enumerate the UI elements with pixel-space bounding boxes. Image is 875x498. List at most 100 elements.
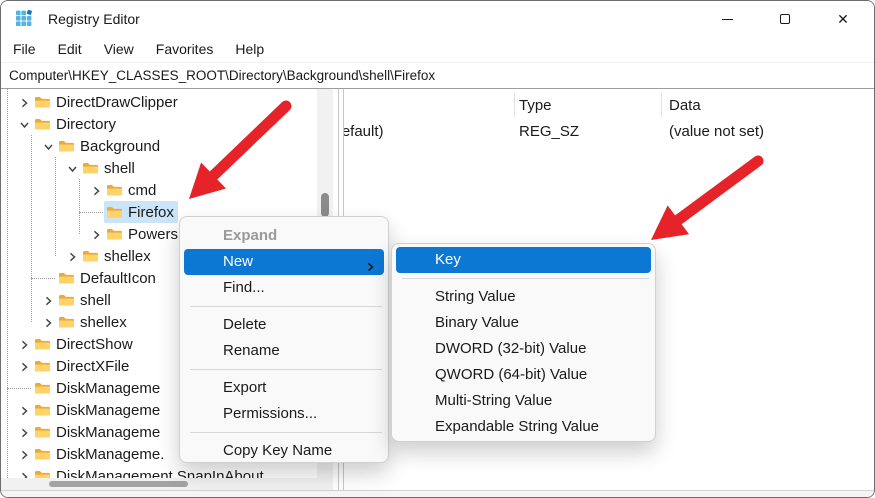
tree-item-content[interactable]: shellex: [56, 311, 131, 333]
tree-item-content[interactable]: DiskManageme.: [32, 443, 168, 465]
submenu-item-string-value[interactable]: String Value: [396, 284, 651, 310]
tree-item-label: DiskManageme: [56, 380, 160, 397]
menubar-item-view[interactable]: View: [93, 37, 145, 63]
context-menu-item-expand: Expand: [184, 223, 384, 249]
tree-item-label: Powers: [128, 226, 178, 243]
chevron-right-icon[interactable]: [19, 448, 30, 460]
folder-icon: [58, 293, 75, 307]
chevron-right-icon[interactable]: [43, 316, 54, 328]
tree-item-content[interactable]: DefaultIcon: [56, 267, 160, 289]
tree-item-cmd[interactable]: cmd: [1, 179, 338, 201]
folder-icon: [34, 95, 51, 109]
chevron-down-icon[interactable]: [19, 118, 30, 130]
chevron-right-icon[interactable]: [19, 426, 30, 438]
value-name-cell[interactable]: (Default): [344, 123, 384, 140]
tree-horizontal-scrollbar[interactable]: [1, 478, 333, 490]
folder-icon: [58, 139, 75, 153]
tree-item-directory[interactable]: Directory: [1, 113, 338, 135]
menubar-item-favorites[interactable]: Favorites: [145, 37, 225, 63]
close-icon: ✕: [837, 12, 849, 26]
folder-icon: [82, 249, 99, 263]
folder-icon: [34, 447, 51, 461]
column-header-data[interactable]: Data: [669, 97, 701, 114]
tree-item-label: DiskManageme: [56, 424, 160, 441]
tree-item-content[interactable]: DirectXFile: [32, 355, 133, 377]
menubar-item-edit[interactable]: Edit: [47, 37, 93, 63]
folder-icon: [34, 117, 51, 131]
tree-item-label: cmd: [128, 182, 156, 199]
tree-item-shell[interactable]: shell: [1, 157, 338, 179]
registry-editor-window: Registry Editor ✕ FileEditViewFavoritesH…: [0, 0, 875, 498]
maximize-icon: [780, 14, 790, 24]
submenu-item-dword-32-bit-value[interactable]: DWORD (32-bit) Value: [396, 336, 651, 362]
chevron-right-icon[interactable]: [91, 184, 102, 196]
folder-icon: [106, 205, 123, 219]
submenu-item-expandable-string-value[interactable]: Expandable String Value: [396, 414, 651, 440]
tree-item-label: shell: [104, 160, 135, 177]
context-menu-item-new[interactable]: New: [184, 249, 384, 275]
context-menu-item-rename[interactable]: Rename: [184, 338, 384, 364]
context-menu: ExpandNewFind... DeleteRename ExportPermis…: [179, 216, 389, 463]
tree-item-content[interactable]: Directory: [32, 113, 120, 135]
tree-item-content[interactable]: DirectShow: [32, 333, 137, 355]
context-menu-item-find[interactable]: Find...: [184, 275, 384, 301]
tree-vertical-scrollbar-thumb[interactable]: [321, 193, 329, 217]
folder-icon: [34, 337, 51, 351]
menu-separator: [180, 427, 388, 438]
chevron-right-icon[interactable]: [19, 360, 30, 372]
folder-icon: [34, 359, 51, 373]
value-data-cell: (value not set): [669, 123, 764, 140]
context-menu-item-permissions[interactable]: Permissions...: [184, 401, 384, 427]
submenu-item-qword-64-bit-value[interactable]: QWORD (64-bit) Value: [396, 362, 651, 388]
chevron-down-icon[interactable]: [67, 162, 78, 174]
tree-item-label: Background: [80, 138, 160, 155]
column-header-type[interactable]: Type: [519, 97, 552, 114]
tree-item-content[interactable]: DiskManageme: [32, 377, 164, 399]
chevron-down-icon[interactable]: [43, 140, 54, 152]
tree-item-content[interactable]: shell: [80, 157, 139, 179]
address-bar[interactable]: Computer\HKEY_CLASSES_ROOT\Directory\Bac…: [1, 64, 874, 89]
tree-item-content[interactable]: shell: [56, 289, 115, 311]
tree-item-content[interactable]: cmd: [104, 179, 160, 201]
maximize-button[interactable]: [756, 1, 814, 37]
title-bar[interactable]: Registry Editor ✕: [1, 1, 874, 37]
chevron-right-icon[interactable]: [91, 228, 102, 240]
value-type-cell: REG_SZ: [519, 123, 579, 140]
chevron-right-icon[interactable]: [67, 250, 78, 262]
tree-item-content[interactable]: Firefox: [104, 201, 178, 223]
tree-item-content[interactable]: DirectDrawClipper: [32, 91, 182, 113]
tree-item-label: shellex: [104, 248, 151, 265]
tree-item-content[interactable]: DiskManageme: [32, 421, 164, 443]
tree-item-content[interactable]: DiskManageme: [32, 399, 164, 421]
tree-item-content[interactable]: Background: [56, 135, 164, 157]
folder-icon: [34, 403, 51, 417]
column-separator[interactable]: [661, 93, 662, 117]
close-button[interactable]: ✕: [814, 1, 872, 37]
menubar-item-file[interactable]: File: [2, 37, 47, 63]
window-frame: Registry Editor ✕ FileEditViewFavoritesH…: [0, 0, 875, 498]
window-footer-strip: [1, 490, 874, 498]
submenu-item-multi-string-value[interactable]: Multi-String Value: [396, 388, 651, 414]
folder-icon: [58, 271, 75, 285]
tree-item-directdrawclipper[interactable]: DirectDrawClipper: [1, 91, 338, 113]
submenu-item-key[interactable]: Key: [396, 247, 651, 273]
chevron-right-icon[interactable]: [19, 96, 30, 108]
context-menu-item-delete[interactable]: Delete: [184, 312, 384, 338]
tree-item-content[interactable]: shellex: [80, 245, 155, 267]
chevron-right-icon[interactable]: [19, 404, 30, 416]
folder-icon: [82, 161, 99, 175]
context-menu-item-export[interactable]: Export: [184, 375, 384, 401]
menubar-item-help[interactable]: Help: [224, 37, 275, 63]
chevron-right-icon[interactable]: [19, 338, 30, 350]
submenu-item-binary-value[interactable]: Binary Value: [396, 310, 651, 336]
context-menu-item-copy-key-name[interactable]: Copy Key Name: [184, 438, 384, 464]
chevron-right-icon[interactable]: [43, 294, 54, 306]
registry-path: Computer\HKEY_CLASSES_ROOT\Directory\Bac…: [9, 64, 435, 88]
minimize-button[interactable]: [698, 1, 756, 37]
tree-item-background[interactable]: Background: [1, 135, 338, 157]
tree-horizontal-scrollbar-thumb[interactable]: [49, 481, 188, 487]
column-separator[interactable]: [514, 93, 515, 117]
minimize-icon: [722, 19, 733, 20]
window-title: Registry Editor: [48, 1, 140, 37]
tree-item-content[interactable]: Powers: [104, 223, 182, 245]
